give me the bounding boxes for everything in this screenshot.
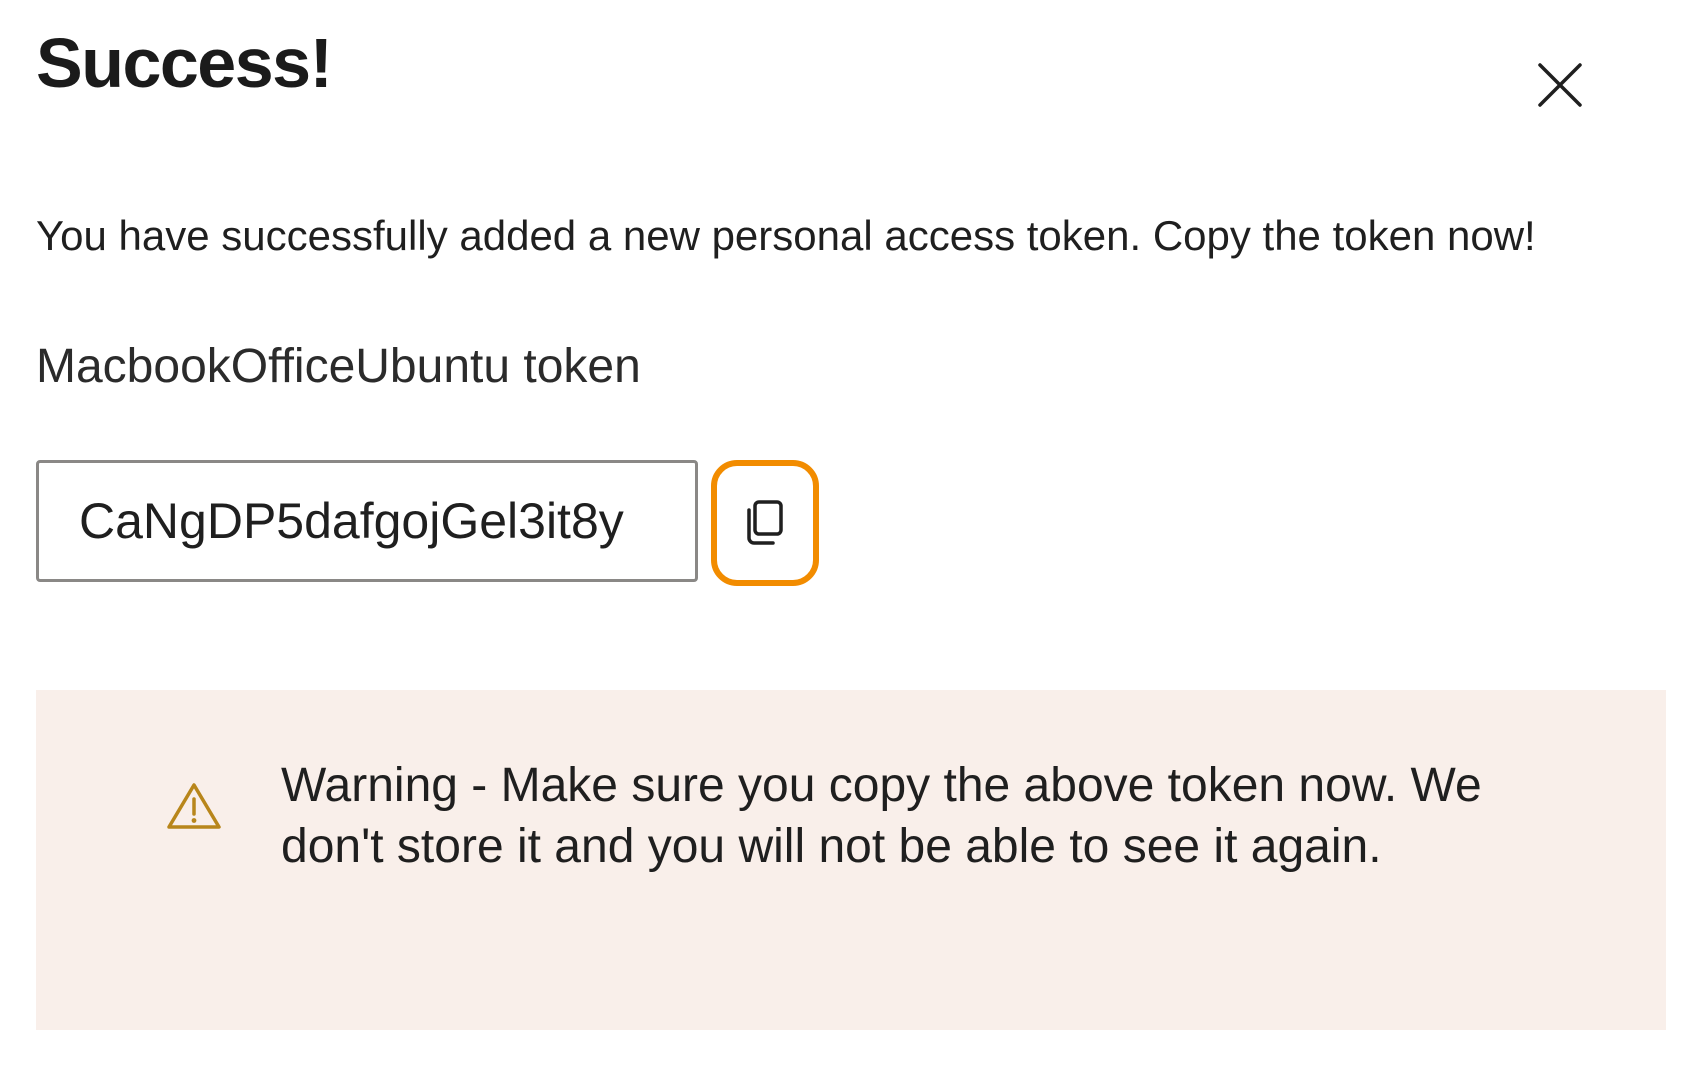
warning-banner: Warning - Make sure you copy the above t…: [36, 690, 1666, 1030]
success-message: You have successfully added a new person…: [36, 212, 1536, 259]
success-dialog: Success! You have successfully added a n…: [0, 0, 1703, 1076]
warning-text: Warning - Make sure you copy the above t…: [281, 759, 1482, 873]
close-icon: [1538, 63, 1582, 107]
dialog-title: Success!: [36, 24, 333, 102]
close-button[interactable]: [1530, 55, 1590, 115]
copy-button[interactable]: [711, 460, 819, 586]
token-name: MacbookOfficeUbuntu token: [36, 340, 641, 393]
token-value-field[interactable]: [36, 460, 698, 582]
copy-icon: [747, 500, 783, 545]
warning-icon: [167, 783, 221, 829]
